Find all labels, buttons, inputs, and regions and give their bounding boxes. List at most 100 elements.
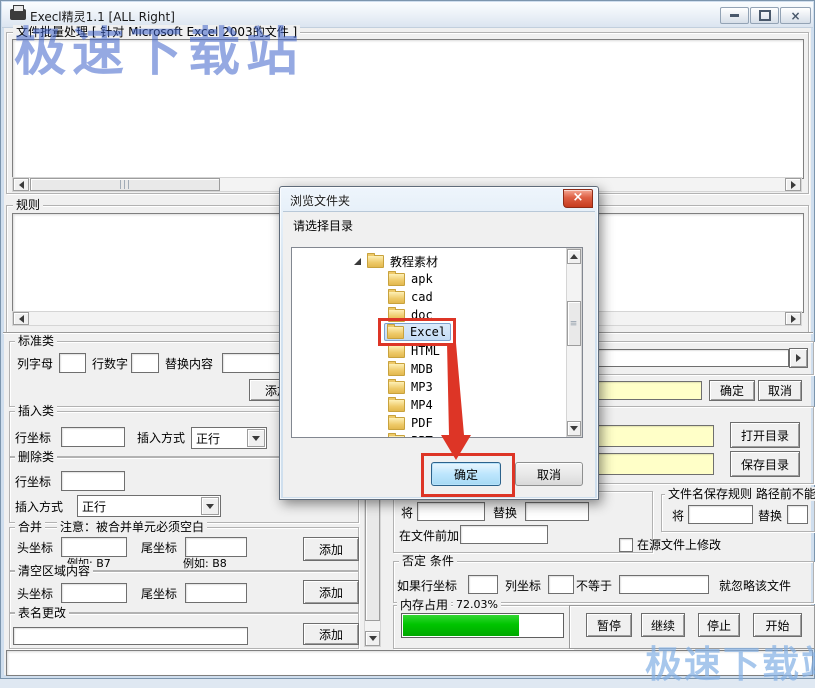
scroll-left-button[interactable]: [13, 178, 29, 191]
scroll-left-button[interactable]: [13, 312, 29, 325]
delete-row-input[interactable]: [61, 471, 125, 491]
folder-icon: [388, 345, 405, 358]
arrow-right-icon: [796, 354, 801, 362]
dropdown-button[interactable]: [247, 429, 265, 447]
merge-note: 注意：被合并单元必须空白: [57, 520, 207, 534]
expand-path-button[interactable]: [789, 348, 808, 368]
tree-item-root[interactable]: 教程素材: [292, 252, 438, 270]
pause-button[interactable]: 暂停: [586, 613, 632, 637]
tree-item[interactable]: cad: [292, 288, 433, 306]
scroll-thumb[interactable]: |||: [30, 178, 220, 191]
tree-item[interactable]: MP3: [292, 378, 433, 396]
scroll-down-button[interactable]: [567, 421, 581, 436]
negate-col-label: 列坐标: [505, 579, 541, 593]
merge-add-button[interactable]: 添加: [303, 537, 359, 561]
rename-add-button[interactable]: 添加: [303, 623, 359, 645]
replace-content-label: 替换内容: [165, 357, 213, 371]
replace-from-input[interactable]: [417, 502, 485, 521]
scroll-right-button[interactable]: [785, 178, 801, 191]
filename-from-input[interactable]: [688, 505, 753, 524]
close-button[interactable]: ×: [780, 7, 811, 24]
grip-icon: |||: [119, 180, 131, 190]
row-number-label: 行数字: [92, 357, 128, 371]
tree-item[interactable]: PDF: [292, 414, 433, 432]
memory-progressbar: [401, 613, 564, 638]
annotation-box-excel: [378, 318, 456, 346]
dialog-close-button[interactable]: ×: [563, 189, 593, 208]
tree-item[interactable]: MDB: [292, 360, 433, 378]
if-row-label: 如果行坐标: [397, 579, 457, 593]
folder-icon: [388, 273, 405, 286]
merge-tail-input[interactable]: [185, 537, 247, 557]
arrow-down-icon: [570, 426, 578, 431]
arrow-down-icon: [369, 636, 377, 641]
ignore-label: 就忽略该文件: [719, 579, 791, 593]
insert-mode-select[interactable]: 正行: [191, 427, 267, 449]
save-dir-button[interactable]: 保存目录: [730, 451, 800, 477]
minimize-button[interactable]: [720, 7, 749, 24]
delete-mode-select[interactable]: 正行: [77, 495, 221, 517]
minimize-icon: [730, 14, 739, 17]
neq-value-input[interactable]: [619, 575, 709, 594]
scroll-right-button[interactable]: [785, 312, 801, 325]
folder-icon: [388, 381, 405, 394]
file-frame-label: 文件批量处理 [ 针对 Microsoft Excel 2003的文件 ]: [13, 25, 300, 39]
cancel-button[interactable]: 取消: [758, 380, 802, 401]
prefix-label: 在文件前加: [399, 529, 459, 543]
modify-source-checkbox[interactable]: [619, 538, 633, 552]
clear-head-label: 头坐标: [17, 587, 53, 601]
clear-tail-label: 尾坐标: [141, 587, 177, 601]
prefix-input[interactable]: [460, 525, 548, 544]
col-letter-input[interactable]: [59, 353, 86, 373]
chevron-down-icon: [252, 436, 260, 441]
window-title: Execl精灵1.1 [ALL Right]: [30, 8, 175, 25]
insert-row-input[interactable]: [61, 427, 125, 447]
browse-folder-dialog: 浏览文件夹 × 请选择目录 教程素材 apk cad doc Excel HTM…: [279, 186, 599, 500]
merge-head-input[interactable]: [61, 537, 127, 557]
tree-item[interactable]: MP4: [292, 396, 433, 414]
folder-icon: [388, 417, 405, 430]
grip-icon: ≡: [570, 319, 579, 329]
arrow-left-icon: [19, 181, 24, 189]
memory-label: 内存占用: [397, 598, 451, 612]
scroll-down-button[interactable]: [365, 631, 380, 646]
clear-tail-input[interactable]: [185, 583, 247, 603]
clear-head-input[interactable]: [61, 583, 127, 603]
maximize-button[interactable]: [750, 7, 779, 24]
tree-item[interactable]: PPT: [292, 432, 433, 438]
annotation-box-ok: [421, 453, 515, 497]
tree-item[interactable]: apk: [292, 270, 433, 288]
resume-button[interactable]: 继续: [641, 613, 685, 637]
clear-add-button[interactable]: 添加: [303, 580, 359, 604]
delete-mode-label: 插入方式: [15, 500, 63, 514]
arrow-right-icon: [791, 315, 796, 323]
replace-to-input[interactable]: [525, 502, 589, 521]
folder-icon: [388, 291, 405, 304]
merge-head-label: 头坐标: [17, 541, 53, 555]
rename-group-title: 表名更改: [15, 606, 69, 620]
progress-fill: [403, 615, 519, 636]
insert-group-title: 插入类: [15, 404, 57, 418]
clear-group-title: 清空区域内容: [15, 564, 93, 578]
arrow-right-icon: [791, 181, 796, 189]
filename-to-input[interactable]: [787, 505, 808, 524]
negate-row-input[interactable]: [468, 575, 498, 594]
col-letter-label: 列字母: [17, 357, 53, 371]
dialog-cancel-button[interactable]: 取消: [515, 462, 583, 486]
open-dir-button[interactable]: 打开目录: [730, 422, 800, 448]
scroll-up-button[interactable]: [567, 249, 581, 264]
scroll-thumb[interactable]: ≡: [567, 301, 581, 346]
stop-button[interactable]: 停止: [698, 613, 740, 637]
file-list[interactable]: [12, 39, 804, 179]
tree-vscrollbar[interactable]: ≡: [566, 248, 582, 437]
expander-icon[interactable]: [354, 258, 361, 265]
dropdown-button[interactable]: [201, 497, 219, 515]
folder-icon: [388, 435, 405, 439]
row-number-input[interactable]: [131, 353, 159, 373]
replace-from-label: 将: [401, 506, 413, 520]
rename-input[interactable]: [13, 627, 248, 645]
folder-icon: [367, 255, 384, 268]
start-button[interactable]: 开始: [753, 613, 802, 637]
ok-button[interactable]: 确定: [709, 380, 755, 401]
negate-col-input[interactable]: [548, 575, 574, 594]
